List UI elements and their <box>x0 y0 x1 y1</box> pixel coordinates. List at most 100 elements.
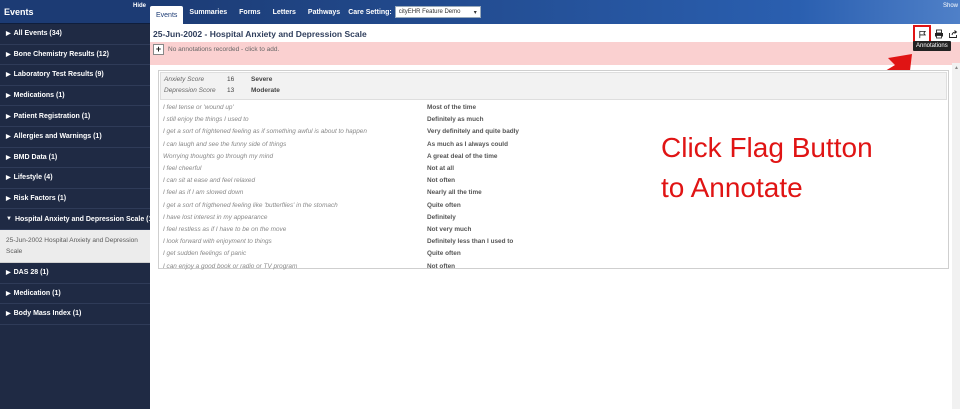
question-text: Worrying thoughts go through my mind <box>163 152 274 160</box>
sidebar-item[interactable]: ▶ BMD Data (1) <box>0 148 150 169</box>
answer-text: Very definitely and quite badly <box>427 128 519 136</box>
event-title: 25-Jun-2002 - Hospital Anxiety and Depre… <box>153 29 367 39</box>
question-text: I feel restless as if I have to be on th… <box>163 226 287 233</box>
answer-text: A great deal of the time <box>427 152 498 160</box>
add-annotation-button[interactable]: + <box>153 44 164 55</box>
instruction-line-2: to Annotate <box>661 172 803 203</box>
answer-text: As much as I always could <box>427 140 508 148</box>
sidebar-item-label: DAS 28 (1) <box>13 269 49 277</box>
hide-sidebar-link[interactable]: Hide <box>133 3 146 9</box>
sidebar-item-label: Patient Registration (1) <box>13 112 91 120</box>
sidebar-list: ▶ All Events (34) ▶ Bone Chemistry Results … <box>0 24 155 325</box>
question-text: I have lost interest in my appearance <box>163 213 268 221</box>
scroll-up-icon[interactable]: ▲ <box>954 65 959 71</box>
question-text: I feel tense or 'wound up' <box>163 104 234 111</box>
triangle-right-icon: ▶ <box>6 311 11 318</box>
care-setting-value: cityEHR Feature Demo <box>398 9 461 15</box>
answer-text: Quite often <box>427 201 461 209</box>
sidebar-item[interactable]: ▶ Lifestyle (4) <box>0 168 150 189</box>
top-navigation: Events Summaries Forms Letters Pathways Care… <box>150 0 960 24</box>
triangle-right-icon: ▶ <box>6 196 11 203</box>
question-text: I can sit at ease and feel relaxed <box>163 177 256 185</box>
sidebar-item-label: Risk Factors (1) <box>13 195 67 203</box>
answer-text: Not often <box>427 262 456 270</box>
sidebar-item[interactable]: ▶ Medication (1) <box>0 284 150 305</box>
sidebar-item-label: All Events (34) <box>13 30 62 38</box>
triangle-right-icon: ▶ <box>6 175 11 182</box>
sidebar-item-label: Allergies and Warnings (1) <box>13 133 102 141</box>
question-row: I get sudden feelings of panic Quite ofte… <box>163 250 943 260</box>
sidebar-item[interactable]: ▶ All Events (34) <box>0 24 150 45</box>
triangle-right-icon: ▶ <box>6 134 11 141</box>
annotations-tooltip: Annotations <box>913 41 951 51</box>
sidebar-item[interactable]: ▶ Body Mass Index (1) <box>0 304 150 325</box>
score-name: Anxiety Score <box>164 76 205 83</box>
chevron-down-icon: ▾ <box>473 9 477 16</box>
print-button[interactable] <box>932 27 945 40</box>
care-setting-select[interactable]: cityEHR Feature Demo ▾ <box>394 6 481 18</box>
sidebar-item-label: Laboratory Test Results (9) <box>13 71 104 79</box>
answer-text: Not often <box>427 177 456 185</box>
triangle-right-icon: ▶ <box>6 270 11 277</box>
export-button[interactable] <box>946 27 959 40</box>
answer-text: Nearly all the time <box>427 189 482 197</box>
sidebar-item[interactable]: ▶ Allergies and Warnings (1) <box>0 127 150 148</box>
care-setting-label: Care Setting: <box>348 8 392 16</box>
sidebar-item-label: Medications (1) <box>13 92 65 100</box>
print-icon <box>934 29 943 38</box>
tab-events[interactable]: Events <box>150 6 184 24</box>
score-sev: Moderate <box>251 87 280 94</box>
tab-pathways[interactable]: Pathways <box>302 0 346 24</box>
sidebar-item-label: BMD Data (1) <box>13 153 58 161</box>
answer-text: Definitely as much <box>427 116 484 124</box>
annotation-placeholder[interactable]: No annotations recorded - click to add. <box>168 46 279 53</box>
main-panel: 25-Jun-2002 - Hospital Anxiety and Depre… <box>150 24 960 409</box>
question-text: I get a sort of frightened feeling as if… <box>163 128 367 136</box>
sidebar-item[interactable]: ▶ Risk Factors (1) <box>0 189 150 210</box>
flag-icon <box>918 30 926 38</box>
question-text: I still enjoy the things I used to <box>163 116 249 124</box>
question-row: I feel tense or 'wound up' Most of the ti… <box>163 104 943 114</box>
sidebar-item[interactable]: ▶ Bone Chemistry Results (12) <box>0 45 150 66</box>
sidebar-item-label: Medication (1) <box>13 289 61 297</box>
sidebar-item[interactable]: ▶ Patient Registration (1) <box>0 106 150 127</box>
sidebar-item-label: Bone Chemistry Results (12) <box>13 50 109 58</box>
events-sidebar: Events Hide ▶ All Events (34) ▶ Bone Chemis… <box>0 0 155 409</box>
sidebar-item[interactable]: ▶ Laboratory Test Results (9) <box>0 65 150 86</box>
answer-text: Definitely less than I used to <box>427 238 514 246</box>
sidebar-header: Events Hide <box>0 0 150 24</box>
answer-text: Quite often <box>427 250 461 258</box>
vertical-scrollbar[interactable] <box>952 63 960 409</box>
export-icon <box>948 29 957 38</box>
triangle-down-icon: ▼ <box>6 216 12 223</box>
tab-letters[interactable]: Letters <box>267 0 302 24</box>
question-row: I have lost interest in my appearance Def… <box>163 214 943 224</box>
score-row: Anxiety Score 16 Severe <box>164 76 272 83</box>
score-row: Depression Score 13 Moderate <box>164 87 280 94</box>
triangle-right-icon: ▶ <box>6 31 11 38</box>
triangle-right-icon: ▶ <box>6 72 11 79</box>
triangle-right-icon: ▶ <box>6 113 11 120</box>
sidebar-item[interactable]: ▼ Hospital Anxiety and Depression Scale (… <box>0 209 155 230</box>
sidebar-item-label: Body Mass Index (1) <box>13 310 82 318</box>
app-window: Events Hide ▶ All Events (34) ▶ Bone Chemis… <box>0 0 960 409</box>
tab-summaries[interactable]: Summaries <box>183 0 233 24</box>
triangle-right-icon: ▶ <box>6 93 11 100</box>
sidebar-subitem-hads-event[interactable]: 25-Jun-2002 Hospital Anxiety and Depress… <box>0 229 150 263</box>
question-row: I still enjoy the things I used to Defini… <box>163 116 943 126</box>
question-row: I feel restless as if I have to be on th… <box>163 226 943 236</box>
triangle-right-icon: ▶ <box>6 154 11 161</box>
show-link[interactable]: Show <box>943 3 958 9</box>
triangle-right-icon: ▶ <box>6 51 11 58</box>
answer-text: Not very much <box>427 226 472 233</box>
question-text: I look forward with enjoyment to things <box>163 238 272 246</box>
sidebar-title: Events <box>4 6 34 17</box>
annotation-bar: + No annotations recorded - click to add… <box>150 42 960 65</box>
sidebar-item[interactable]: ▶ Medications (1) <box>0 86 150 107</box>
tab-forms[interactable]: Forms <box>233 0 266 24</box>
sidebar-item[interactable]: ▶ DAS 28 (1) <box>0 263 150 284</box>
question-text: I can enjoy a good book or radio or TV p… <box>163 262 298 270</box>
sidebar-item-label: Hospital Anxiety and Depression Scale (1… <box>14 215 155 223</box>
score-name: Depression Score <box>164 87 216 94</box>
question-row: I can enjoy a good book or radio or TV p… <box>163 263 943 273</box>
